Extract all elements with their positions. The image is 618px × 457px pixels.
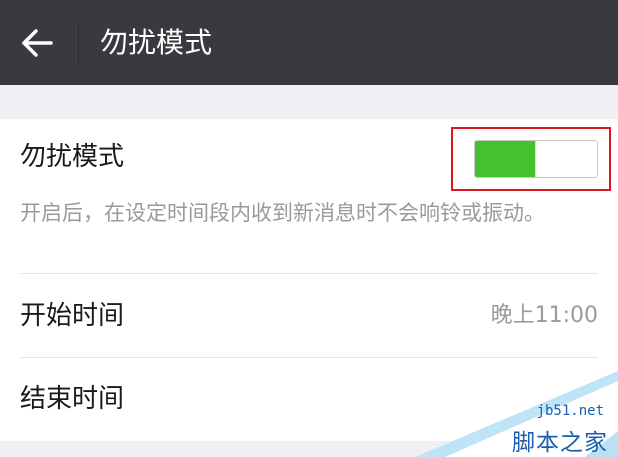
watermark-url: jb51.net [536,403,604,419]
site-watermark: jb51.net 脚本之家 [415,371,618,457]
dnd-label: 勿扰模式 [20,142,125,172]
end-time-label: 结束时间 [20,384,125,414]
row-separator [20,273,598,274]
dnd-toggle[interactable] [474,140,598,178]
section-gap [0,85,618,119]
row-separator [20,357,598,358]
toggle-on-fill [475,141,535,177]
watermark-name: 脚本之家 [512,430,608,456]
start-time-value: 晚上11:00 [490,303,598,328]
top-app-bar: 勿扰模式 [0,0,618,85]
dnd-description: 开启后，在设定时间段内收到新消息时不会响铃或振动。 [20,201,545,225]
arrow-left-icon[interactable] [20,28,54,58]
toggle-knob [535,141,597,177]
start-time-label: 开始时间 [20,301,125,331]
header-divider [78,22,79,64]
page-title: 勿扰模式 [100,26,213,59]
